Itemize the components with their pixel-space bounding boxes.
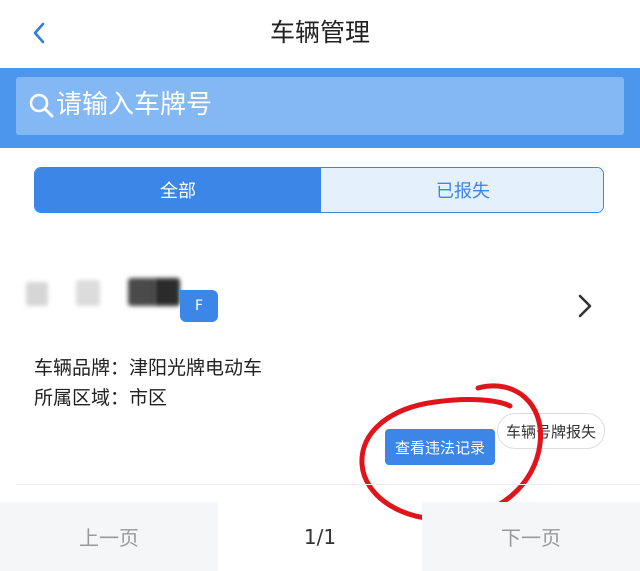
next-page-button[interactable]: 下一页 — [422, 502, 640, 571]
region-row: 所属区域：市区 — [34, 384, 167, 412]
brand-label: 车辆品牌： — [34, 357, 130, 379]
region-value: 市区 — [129, 387, 168, 409]
chevron-right-icon[interactable] — [572, 288, 600, 324]
page-title: 车辆管理 — [269, 18, 370, 47]
divider — [16, 484, 640, 485]
tab-segment: 全部 已报失 — [34, 167, 604, 213]
report-plate-lost-button[interactable]: 车辆号牌报失 — [497, 413, 605, 449]
brand-row: 车辆品牌：津阳光牌电动车 — [34, 354, 262, 382]
search-icon — [28, 92, 54, 118]
prev-page-button[interactable]: 上一页 — [0, 502, 218, 571]
tab-all[interactable]: 全部 — [35, 168, 321, 212]
view-violations-button[interactable]: 查看违法记录 — [385, 429, 495, 465]
tab-reported-lost[interactable]: 已报失 — [321, 168, 603, 212]
page-indicator: 1/1 — [303, 524, 337, 549]
plate-badge: F — [180, 290, 218, 322]
brand-value: 津阳光牌电动车 — [129, 357, 263, 379]
search-placeholder: 请输入车牌号 — [56, 90, 213, 120]
region-label: 所属区域： — [34, 387, 130, 409]
